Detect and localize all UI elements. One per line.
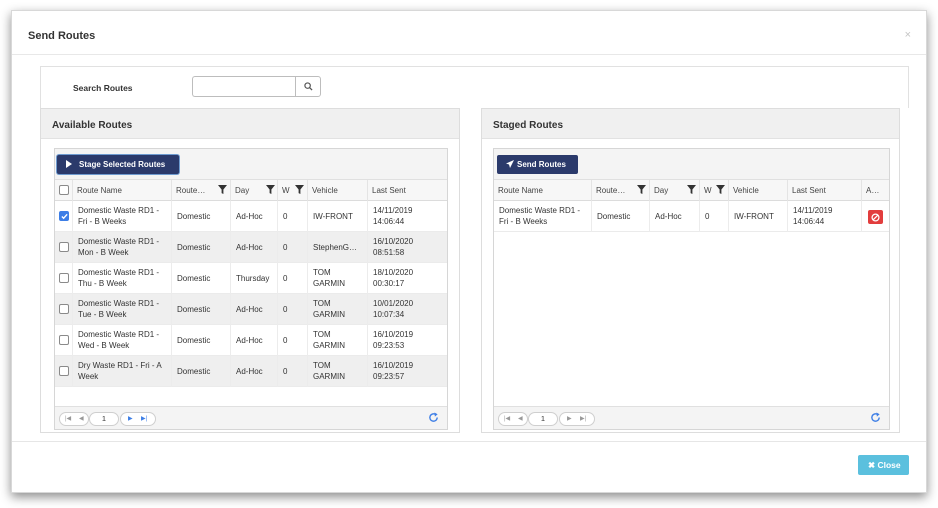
stage-selected-routes-label: Stage Selected Routes xyxy=(79,160,166,169)
available-routes-panel: Available Routes Stage Selected Routes R… xyxy=(40,108,460,433)
row-checkbox[interactable] xyxy=(59,211,69,221)
refresh-icon[interactable] xyxy=(870,412,881,423)
first-page-button[interactable]: |◀ xyxy=(65,415,71,422)
filter-icon[interactable] xyxy=(716,185,725,194)
page-number[interactable]: 1 xyxy=(528,412,558,426)
filter-icon[interactable] xyxy=(687,185,696,194)
next-page-button[interactable]: ▶ xyxy=(567,415,572,422)
table-row[interactable]: Domestic Waste RD1 - Fri - B Weeks Domesti… xyxy=(55,201,447,232)
table-row[interactable]: Domestic Waste RD1 - Wed - B Week Domestic… xyxy=(55,325,447,356)
table-row[interactable]: Domestic Waste RD1 - Thu - B Week Domestic… xyxy=(55,263,447,294)
filter-icon[interactable] xyxy=(218,185,227,194)
row-checkbox[interactable] xyxy=(59,242,69,252)
col-route-type[interactable]: Route… xyxy=(596,186,625,195)
last-page-button[interactable]: ▶| xyxy=(580,415,586,422)
prev-page-button[interactable]: ◀ xyxy=(79,415,84,422)
col-actions[interactable]: A… xyxy=(866,186,879,195)
col-last-sent[interactable]: Last Sent xyxy=(372,186,406,195)
close-button[interactable]: ✖ Close xyxy=(858,455,909,475)
staged-header-row: Route Name Route… Day W Vehicle Last Sen… xyxy=(494,180,889,201)
staged-routes-title: Staged Routes xyxy=(493,120,564,131)
row-checkbox[interactable] xyxy=(59,366,69,376)
col-last-sent[interactable]: Last Sent xyxy=(792,186,826,195)
stage-selected-routes-button[interactable]: Stage Selected Routes xyxy=(57,155,179,174)
available-routes-title: Available Routes xyxy=(52,120,133,131)
send-routes-dialog: Send Routes × Search Routes Available Ro… xyxy=(11,10,927,493)
refresh-icon[interactable] xyxy=(428,412,439,423)
play-icon xyxy=(66,160,72,168)
send-icon xyxy=(506,160,514,168)
dialog-close-icon[interactable]: × xyxy=(905,29,911,41)
first-page-button[interactable]: |◀ xyxy=(504,415,510,422)
prev-page-button[interactable]: ◀ xyxy=(518,415,523,422)
last-page-button[interactable]: ▶| xyxy=(141,415,147,422)
search-section: Search Routes xyxy=(40,66,909,108)
available-header-row: Route Name Route… Day W Vehicle Last Sen… xyxy=(55,180,447,201)
dialog-header: Send Routes × xyxy=(12,11,926,55)
ban-icon xyxy=(871,212,880,222)
table-row[interactable]: Dry Waste RD1 - Fri - A Week Domestic Ad-Ho… xyxy=(55,356,447,387)
col-route-name[interactable]: Route Name xyxy=(498,186,543,195)
col-day[interactable]: Day xyxy=(235,186,249,195)
col-route-type[interactable]: Route… xyxy=(176,186,205,195)
search-button[interactable] xyxy=(295,76,321,97)
select-all-checkbox[interactable] xyxy=(59,185,69,195)
footer-divider xyxy=(12,441,926,442)
col-vehicle[interactable]: Vehicle xyxy=(312,186,338,195)
col-week[interactable]: W xyxy=(704,186,712,195)
search-label: Search Routes xyxy=(73,83,133,93)
next-page-button[interactable]: ▶ xyxy=(128,415,133,422)
close-button-label: ✖ Close xyxy=(868,460,901,470)
table-row[interactable]: Domestic Waste RD1 - Tue - B Week Domestic… xyxy=(55,294,447,325)
search-icon xyxy=(304,82,313,91)
col-route-name[interactable]: Route Name xyxy=(77,186,122,195)
page-number[interactable]: 1 xyxy=(89,412,119,426)
table-row[interactable]: Domestic Waste RD1 - Mon - B Week Domestic… xyxy=(55,232,447,263)
send-routes-button[interactable]: Send Routes xyxy=(497,155,578,174)
dialog-title: Send Routes xyxy=(28,30,96,42)
row-checkbox[interactable] xyxy=(59,273,69,283)
available-pager: |◀ ◀ 1 ▶ ▶| xyxy=(55,406,447,429)
available-routes-grid: Stage Selected Routes Route Name Route… … xyxy=(54,148,448,430)
filter-icon[interactable] xyxy=(295,185,304,194)
col-day[interactable]: Day xyxy=(654,186,668,195)
staged-routes-panel: Staged Routes Send Routes Route Name Rou… xyxy=(481,108,900,433)
send-routes-label: Send Routes xyxy=(517,160,566,169)
staged-pager: |◀ ◀ 1 ▶ ▶| xyxy=(494,406,889,429)
col-week[interactable]: W xyxy=(282,186,290,195)
search-input[interactable] xyxy=(192,76,296,97)
staged-routes-grid: Send Routes Route Name Route… Day W Vehi… xyxy=(493,148,890,430)
row-checkbox[interactable] xyxy=(59,335,69,345)
table-row[interactable]: Domestic Waste RD1 - Fri - B Weeks Domesti… xyxy=(494,201,889,232)
row-checkbox[interactable] xyxy=(59,304,69,314)
filter-icon[interactable] xyxy=(266,185,275,194)
filter-icon[interactable] xyxy=(637,185,646,194)
col-vehicle[interactable]: Vehicle xyxy=(733,186,759,195)
remove-route-button[interactable] xyxy=(868,210,883,224)
